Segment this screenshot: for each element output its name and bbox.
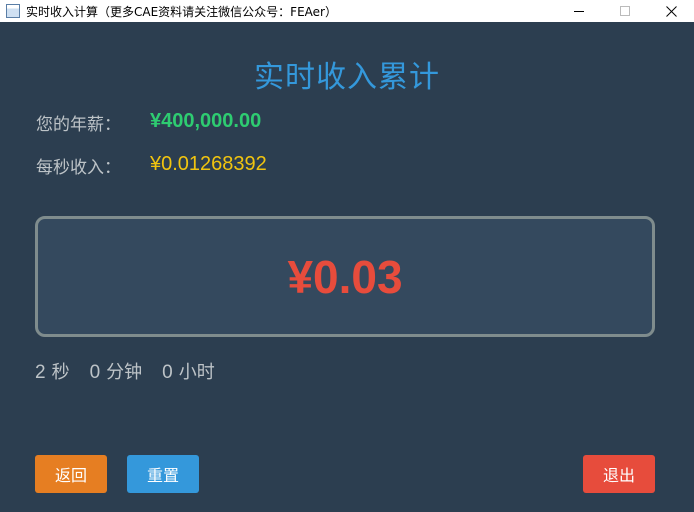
salary-value: ¥400,000.00 xyxy=(150,110,262,132)
timer-minutes-value: 0 xyxy=(89,362,101,383)
main-panel: 实时收入累计 您的年薪： ¥400,000.00 每秒收入： ¥0.012683… xyxy=(0,22,694,512)
exit-button[interactable]: 退出 xyxy=(583,455,655,493)
earned-amount: ¥0.03 xyxy=(287,250,403,303)
minimize-icon xyxy=(574,11,584,12)
title-bar[interactable]: 实时收入计算（更多CAE资料请关注微信公众号：FEAer） xyxy=(0,0,694,22)
window-title: 实时收入计算（更多CAE资料请关注微信公众号：FEAer） xyxy=(26,4,337,19)
window-controls xyxy=(556,0,694,22)
per-second-value: ¥0.01268392 xyxy=(150,153,267,175)
salary-label: 您的年薪： xyxy=(36,115,121,135)
per-second-label: 每秒收入： xyxy=(36,158,121,178)
close-icon xyxy=(665,5,677,17)
elapsed-timer: 2 秒 0 分钟 0 小时 xyxy=(35,358,235,384)
timer-hours-unit: 小时 xyxy=(178,362,215,383)
minimize-button[interactable] xyxy=(556,0,602,22)
earned-display: ¥0.03 xyxy=(35,216,655,337)
timer-seconds-value: 2 xyxy=(35,362,46,383)
app-window-icon xyxy=(6,4,20,18)
maximize-icon xyxy=(620,6,630,16)
timer-hours-value: 0 xyxy=(162,362,173,383)
timer-minutes-unit: 分钟 xyxy=(106,362,143,383)
page-title: 实时收入累计 xyxy=(254,60,440,95)
app-window: 实时收入计算（更多CAE资料请关注微信公众号：FEAer） 实时收入累计 您的年… xyxy=(0,0,694,512)
reset-button[interactable]: 重置 xyxy=(127,455,199,493)
close-button[interactable] xyxy=(648,0,694,22)
timer-seconds-unit: 秒 xyxy=(51,362,70,383)
maximize-button[interactable] xyxy=(602,0,648,22)
back-button[interactable]: 返回 xyxy=(35,455,107,493)
